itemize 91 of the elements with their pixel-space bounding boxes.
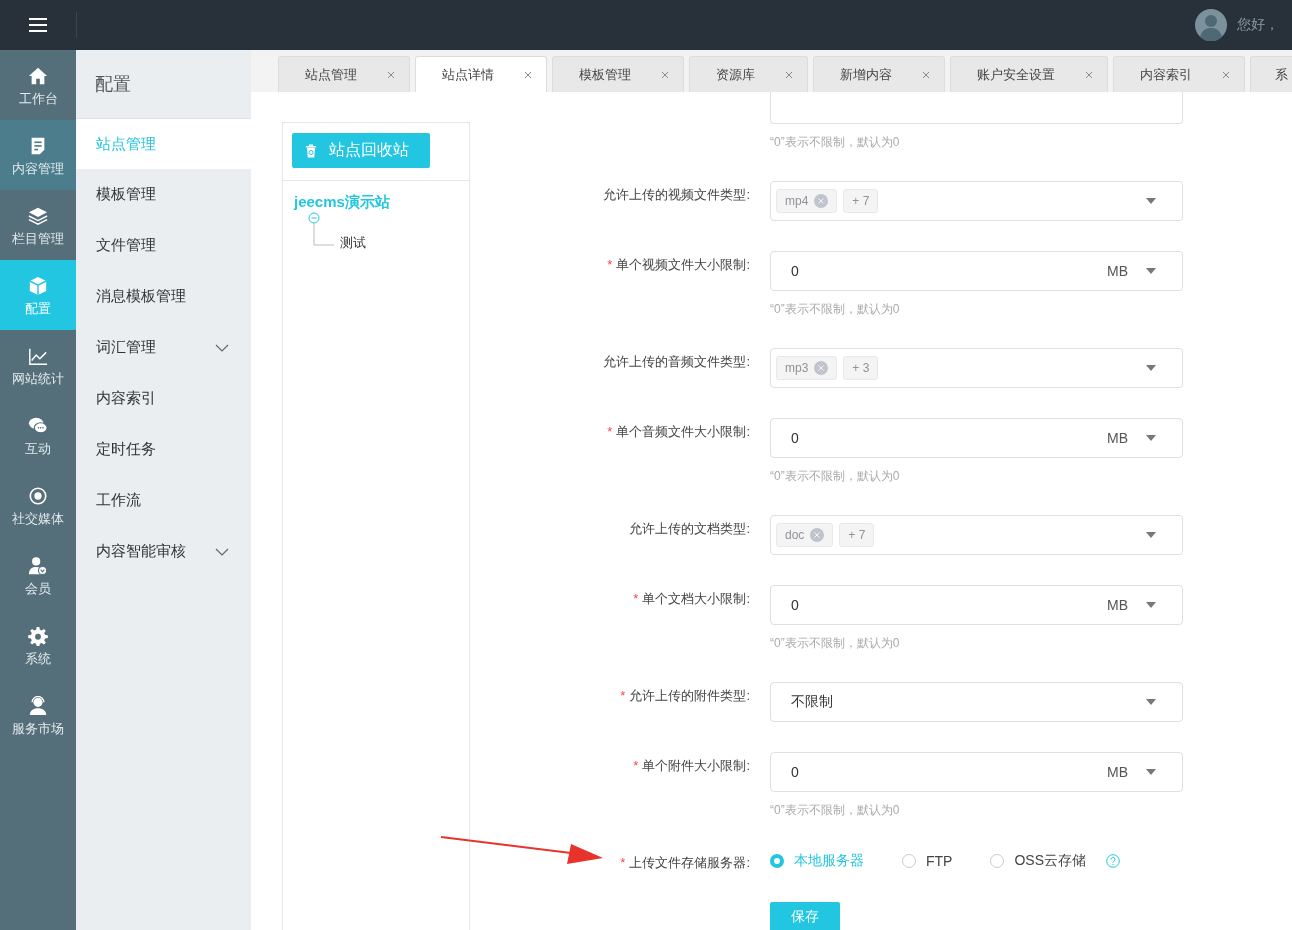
number-field[interactable]: 0 MB [770,251,1183,291]
unit-select[interactable]: MB [1107,764,1128,780]
nav-item[interactable]: 网站统计 [0,330,76,400]
nav-item[interactable]: 互动 [0,400,76,470]
submenu-item[interactable]: 词汇管理 [76,322,251,373]
trash-icon [305,143,317,158]
greeting-text: 您好， [1237,16,1279,34]
tab[interactable]: 站点详情 [415,56,547,92]
field-label: 允许上传的音频文件类型: [603,354,750,369]
submenu-item[interactable]: 定时任务 [76,424,251,475]
tab[interactable]: 账户安全设置 [950,56,1108,92]
close-icon[interactable] [661,70,669,79]
tab[interactable]: 新增内容 [813,56,945,92]
close-icon[interactable] [1222,70,1230,79]
radio-option[interactable]: FTP [902,853,953,869]
nav-item[interactable]: 系统 [0,610,76,680]
headset-user-icon [28,696,48,716]
dropdown-caret-icon [1146,198,1156,204]
tag: + 3 [843,356,879,380]
dropdown-caret-icon [1146,532,1156,538]
remove-icon[interactable] [814,194,829,208]
close-icon[interactable] [922,70,930,79]
number-field[interactable]: 0 MB [770,418,1183,458]
nav-item[interactable]: 会员 [0,540,76,610]
nav-item[interactable]: 栏目管理 [0,190,76,260]
unit-select[interactable]: MB [1107,430,1128,446]
tab[interactable]: 资源库 [689,56,808,92]
chat-bubbles-icon [28,416,48,436]
dropdown-caret-icon [1146,602,1156,608]
nav-item[interactable]: 工作台 [0,50,76,120]
nav-item[interactable]: 社交媒体 [0,470,76,540]
settings-icon [28,626,48,646]
submenu-item[interactable]: 内容智能审核 [76,526,251,577]
field-label: 允许上传的视频文件类型: [603,187,750,202]
collapse-icon[interactable] [308,212,334,248]
line-chart-icon [28,346,48,366]
field-label: * 单个附件大小限制: [633,758,750,773]
hint-text: “0”表示不限制，默认为0 [770,802,901,819]
submenu-item[interactable]: 消息模板管理 [76,271,251,322]
menu-icon[interactable] [29,18,47,32]
select-field[interactable]: 不限制 [770,682,1183,722]
tab[interactable]: 模板管理 [552,56,684,92]
orbit-icon [28,486,48,506]
close-icon[interactable] [1085,70,1093,79]
hint-text: “0”表示不限制，默认为0 [770,301,901,318]
close-icon[interactable] [387,70,395,79]
field-label: * 单个视频文件大小限制: [607,257,750,272]
dropdown-caret-icon [1146,769,1156,775]
cube-icon [28,276,48,296]
submenu-item[interactable]: 工作流 [76,475,251,526]
nav-item[interactable]: 内容管理 [0,120,76,190]
tab[interactable]: 内容索引 [1113,56,1245,92]
input-field[interactable] [770,92,1183,124]
field-label: * 单个音频文件大小限制: [607,424,750,439]
tab[interactable]: 站点管理 [278,56,410,92]
remove-icon[interactable] [810,528,825,542]
user-check-icon [28,556,48,576]
unit-select[interactable]: MB [1107,597,1128,613]
close-icon[interactable] [524,70,532,79]
field-label: * 上传文件存储服务器: [620,855,750,870]
hint-text: “0”表示不限制，默认为0 [770,468,901,485]
submenu-item[interactable]: 文件管理 [76,220,251,271]
help-icon[interactable] [1106,854,1121,868]
tree-node[interactable]: 测试 [340,234,366,252]
unit-select[interactable]: MB [1107,263,1128,279]
tag: mp4 [776,189,838,213]
field-label: * 允许上传的附件类型: [620,688,750,703]
hint-text: “0”表示不限制，默认为0 [770,134,901,151]
dropdown-caret-icon [1146,699,1156,705]
avatar-icon[interactable] [1195,9,1227,41]
tag: + 7 [843,189,879,213]
tag: + 7 [839,523,875,547]
tag: mp3 [776,356,838,380]
number-field[interactable]: 0 MB [770,585,1183,625]
field-label: * 单个文档大小限制: [633,591,750,606]
number-field[interactable]: 0 MB [770,752,1183,792]
layers-icon [28,206,48,226]
dropdown-caret-icon [1146,365,1156,371]
tab[interactable]: 系 [1250,56,1292,92]
submenu-item[interactable]: 内容索引 [76,373,251,424]
hint-text: “0”表示不限制，默认为0 [770,635,901,652]
dropdown-caret-icon [1146,435,1156,441]
close-icon[interactable] [785,70,793,79]
submenu-item[interactable]: 模板管理 [76,169,251,220]
tag: doc [776,523,834,547]
dropdown-caret-icon [1146,268,1156,274]
field-label: 允许上传的文档类型: [629,521,750,536]
home-icon [28,66,48,86]
radio-option[interactable]: OSS云存储 [990,852,1087,870]
nav-item[interactable]: 服务市场 [0,680,76,750]
remove-icon[interactable] [814,361,829,375]
